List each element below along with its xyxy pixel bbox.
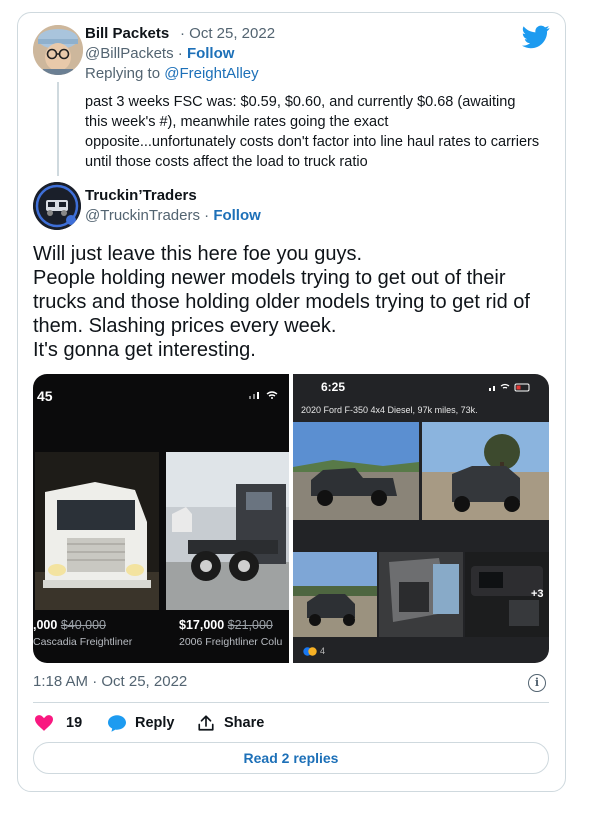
tweet-media[interactable]: 45 ,000 $40,000 Cascadia Freightliner $1…	[33, 374, 549, 663]
listing-price: ,000	[33, 618, 58, 632]
listing-photo-cascadia	[35, 452, 159, 610]
like-count: 19	[66, 715, 83, 731]
reply-handle[interactable]: @BillPackets	[85, 45, 174, 62]
replying-to-link[interactable]: @FreightAlley	[164, 65, 258, 82]
tweet-line: trucks and those holding older models tr…	[33, 291, 530, 313]
read-replies-button[interactable]: Read 2 replies	[33, 742, 549, 774]
listing-photo-freightliner	[166, 452, 289, 610]
avatar[interactable]	[33, 25, 83, 75]
divider	[33, 702, 549, 703]
truck-photo-2	[422, 422, 549, 520]
media-image-right[interactable]: 6:25 2020 Ford F-350 4x4 Diesel, 97k mil…	[293, 374, 549, 663]
tweet-line: It's gonna get interesting.	[33, 339, 256, 361]
status-time: 45	[37, 388, 53, 404]
listing-old-price: $21,000	[227, 618, 273, 632]
tweet-timestamp[interactable]: 1:18 AM · Oct 25, 2022	[33, 673, 187, 690]
truck-photo-3	[293, 552, 377, 637]
author-name[interactable]: Truckin’Traders	[85, 187, 197, 204]
reply-body: past 3 weeks FSC was: $0.59, $0.60, and …	[85, 94, 540, 170]
follow-button[interactable]: Follow	[213, 207, 261, 224]
heart-icon	[35, 715, 53, 731]
share-label: Share	[224, 715, 265, 731]
comment-icon	[108, 714, 126, 732]
replying-to: Replying to @FreightAlley	[85, 65, 259, 82]
reply-button[interactable]: Reply	[108, 712, 175, 734]
reply-handle-row: @BillPackets · Follow	[85, 45, 234, 62]
reaction-count: 4	[320, 646, 326, 656]
battery-status-icon	[489, 383, 530, 392]
reply-label: Reply	[135, 715, 175, 731]
tweet-line: People holding newer models trying to ge…	[33, 267, 506, 289]
listing-title: 2006 Freightliner Colu	[179, 636, 283, 648]
follow-button[interactable]: Follow	[187, 45, 235, 62]
share-button[interactable]: Share	[197, 712, 264, 734]
status-time: 6:25	[321, 380, 346, 394]
separator: ·	[177, 45, 183, 62]
info-icon[interactable]: i	[528, 674, 546, 692]
listing-old-price: $40,000	[60, 618, 107, 632]
author-handle[interactable]: @TruckinTraders	[85, 207, 200, 224]
tweet-line: Will just leave this here foe you guys.	[33, 243, 363, 265]
avatar[interactable]	[33, 182, 81, 230]
reactions: 4	[303, 646, 325, 656]
truck-photo-1	[293, 422, 419, 520]
reply-author-name[interactable]: Bill Packets	[85, 25, 169, 42]
separator: ·	[204, 207, 210, 224]
share-icon	[198, 715, 214, 731]
reaction-emoji-icon	[303, 646, 317, 656]
more-photos-count: +3	[531, 588, 544, 600]
tweet-text: Will just leave this here foe you guys. …	[33, 242, 553, 362]
listing-price: $17,000	[179, 618, 225, 632]
media-image-left[interactable]: 45 ,000 $40,000 Cascadia Freightliner $1…	[33, 374, 289, 663]
listing-title: Cascadia Freightliner	[33, 636, 133, 648]
replying-to-label: Replying to	[85, 65, 165, 82]
thread-connector	[57, 82, 59, 176]
listing-price-row: ,000 $40,000	[33, 618, 106, 632]
listing-price-row: $17,000 $21,000	[179, 618, 273, 632]
signal-wifi-icon	[249, 391, 278, 399]
handle-row: @TruckinTraders · Follow	[85, 207, 261, 224]
like-button[interactable]: 19	[35, 712, 82, 734]
listing-caption: 2020 Ford F-350 4x4 Diesel, 97k miles, 7…	[301, 405, 478, 415]
tweet-line: them. Slashing prices every week.	[33, 315, 337, 337]
twitter-bird-icon[interactable]	[522, 25, 550, 49]
reply-date[interactable]: · Oct 25, 2022	[180, 25, 275, 42]
truck-photo-4	[379, 552, 463, 637]
